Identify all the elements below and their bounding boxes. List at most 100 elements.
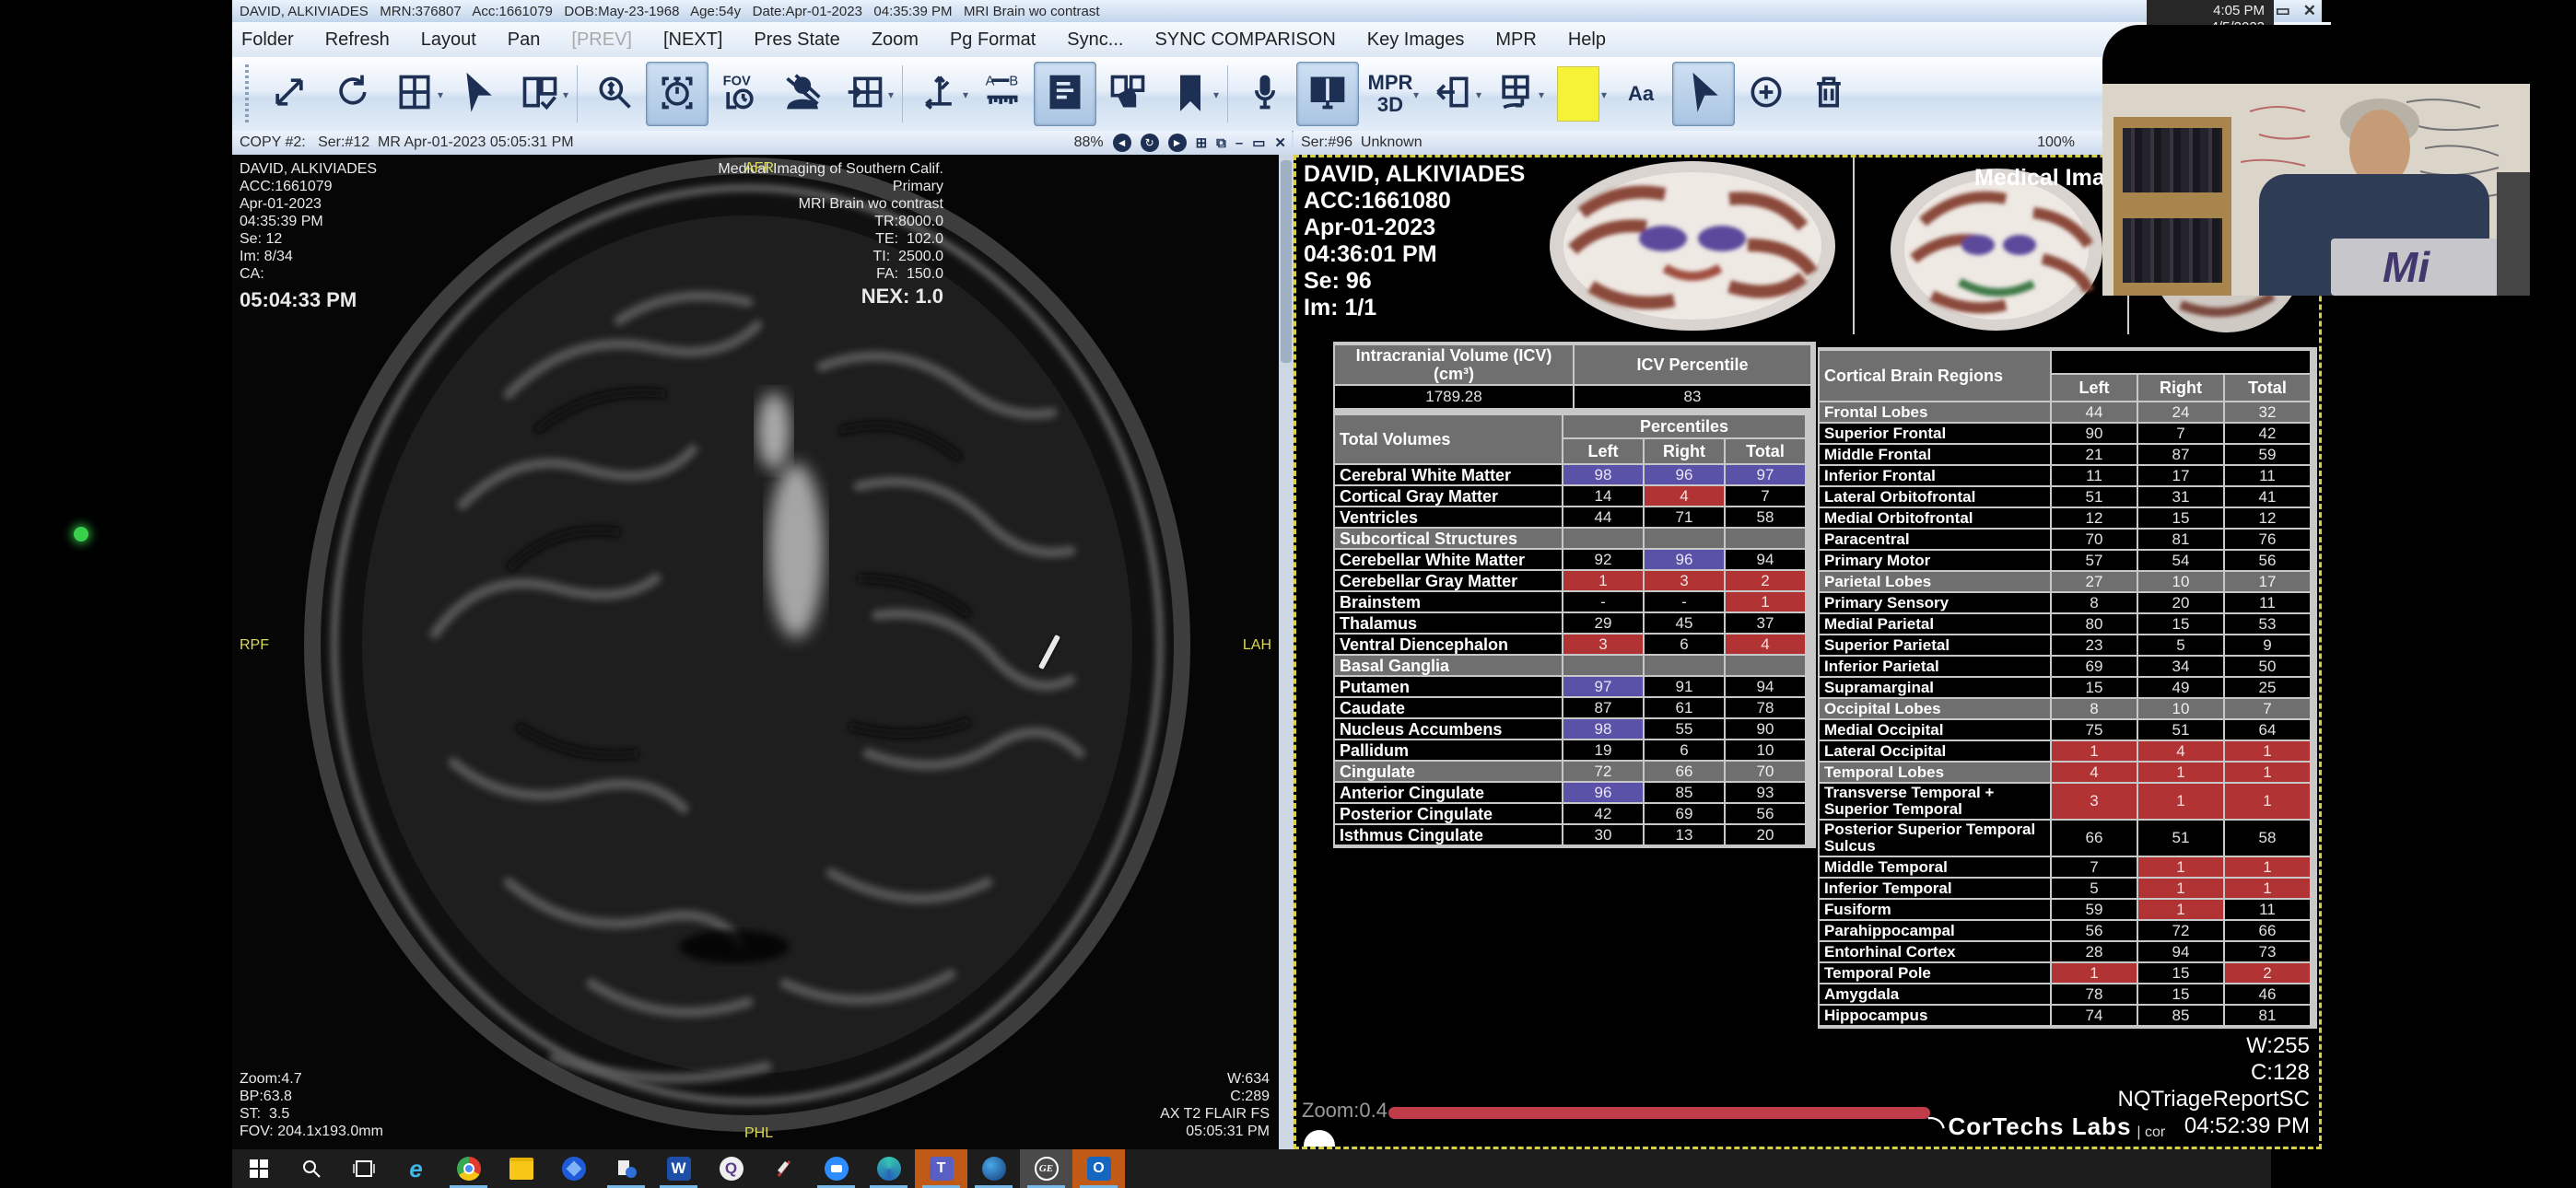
cortical-row: Supramarginal154925 xyxy=(1820,678,2315,697)
total-volumes-row: Brainstem--1 xyxy=(1335,592,1814,611)
mpr-3d-label: MPR 3D xyxy=(1368,72,1413,116)
viewer-scrollbar[interactable] xyxy=(1279,155,1294,1149)
taskbar-search-button[interactable] xyxy=(285,1149,337,1188)
layout-check-button[interactable]: ▾ xyxy=(509,62,571,126)
taskbar-snip-app-button[interactable] xyxy=(600,1149,652,1188)
menu-item-sync-comparison[interactable]: SYNC COMPARISON xyxy=(1154,29,1335,51)
mri-image-viewport[interactable]: DAVID, ALKIVIADESACC:1661079Apr-01-20230… xyxy=(232,155,1279,1149)
nq-slider-handle[interactable] xyxy=(1304,1130,1335,1149)
mpr-3d-button[interactable]: MPR 3D▾ xyxy=(1359,62,1422,126)
stack-icon[interactable]: ⧉ xyxy=(1216,135,1226,151)
taskbar-teams-button[interactable]: T xyxy=(915,1149,967,1188)
taskbar-start-button[interactable] xyxy=(232,1149,285,1188)
viewer-minimize-button[interactable]: – xyxy=(1235,135,1243,151)
viewer-close-button[interactable]: ✕ xyxy=(1274,134,1286,151)
menu-item-zoom[interactable]: Zoom xyxy=(872,29,919,51)
cine-button[interactable]: ↻ xyxy=(1141,134,1159,152)
patient-banner: DAVID, ALKIVIADES MRN:376807 Acc:1661079… xyxy=(232,4,1100,19)
dropdown-caret-icon[interactable]: ▾ xyxy=(563,88,568,101)
dropdown-caret-icon[interactable]: ▾ xyxy=(1413,88,1419,101)
dropdown-caret-icon[interactable]: ▾ xyxy=(438,88,443,101)
toolbar-drag-handle[interactable] xyxy=(245,64,249,123)
taskbar-word-button[interactable]: W xyxy=(652,1149,705,1188)
menu-item-layout[interactable]: Layout xyxy=(421,29,476,51)
dropdown-caret-icon[interactable]: ▾ xyxy=(888,88,894,101)
cortical-value-cell: 4 xyxy=(2052,763,2137,782)
cortical-value-cell: 69 xyxy=(2052,657,2137,676)
taskbar-quest-app-button[interactable]: Q xyxy=(705,1149,757,1188)
next-image-button[interactable]: ► xyxy=(1168,134,1187,152)
menu-item-help[interactable]: Help xyxy=(1568,29,1606,51)
prev-image-button[interactable]: ◄ xyxy=(1113,134,1131,152)
text-style-button[interactable]: Aa xyxy=(1610,62,1672,126)
mpr-monitor-button[interactable] xyxy=(1296,62,1359,126)
dropdown-caret-icon[interactable]: ▾ xyxy=(1476,88,1481,101)
restore-button[interactable]: ▭ xyxy=(2276,2,2290,20)
taskbar-zoom-app-button[interactable] xyxy=(810,1149,862,1188)
layout-grid-button[interactable]: ▾ xyxy=(383,62,446,126)
cortical-value-cell: 66 xyxy=(2225,921,2310,940)
taskbar-file-explorer-button[interactable] xyxy=(495,1149,547,1188)
cortical-value-cell: 78 xyxy=(2052,984,2137,1004)
menu-item-refresh[interactable]: Refresh xyxy=(325,29,390,51)
cursor-button[interactable] xyxy=(446,62,509,126)
crosshair-axis-button[interactable]: ▾ xyxy=(908,62,971,126)
nq-zoom-slider[interactable] xyxy=(1388,1107,1930,1119)
edge-icon xyxy=(876,1156,902,1182)
dropdown-caret-icon[interactable]: ▾ xyxy=(963,88,968,101)
menu-item-sync[interactable]: Sync... xyxy=(1067,29,1123,51)
sync-timer-button[interactable] xyxy=(646,62,708,126)
scrollbar-thumb[interactable] xyxy=(1281,160,1292,363)
dropdown-caret-icon[interactable]: ▾ xyxy=(1539,88,1544,101)
viewer-restore-button[interactable]: ▭ xyxy=(1252,134,1265,151)
trash-button[interactable] xyxy=(1797,62,1860,126)
taskbar-webex-button[interactable] xyxy=(967,1149,1020,1188)
bookmark-button[interactable]: ▾ xyxy=(1159,62,1222,126)
cortechs-logo-text: CorTechs Labs xyxy=(1949,1112,2132,1141)
menu-item-mpr[interactable]: MPR xyxy=(1495,29,1536,51)
overlay-line: Apr-01-2023 xyxy=(1304,215,1441,241)
taskbar-dictation-app-button[interactable] xyxy=(757,1149,810,1188)
taskbar-ge-app-button[interactable]: GE xyxy=(1020,1149,1072,1188)
anonymize-person-button[interactable] xyxy=(771,62,834,126)
menu-item-next[interactable]: [NEXT] xyxy=(663,29,722,51)
report-panel-button[interactable] xyxy=(1034,62,1096,126)
taskbar-internet-explorer-button[interactable]: e xyxy=(390,1149,442,1188)
color-swatch-button[interactable]: ▾ xyxy=(1547,62,1610,126)
zoom-magnifier-button[interactable] xyxy=(583,62,646,126)
thumbs-layout-button[interactable] xyxy=(1096,62,1159,126)
circle-plus-button[interactable] xyxy=(1735,62,1797,126)
menu-item-pres-state[interactable]: Pres State xyxy=(754,29,839,51)
pointer-arrow-button[interactable] xyxy=(1672,62,1735,126)
dropdown-caret-icon[interactable]: ▾ xyxy=(1601,88,1607,101)
taskbar-photos-app-button[interactable] xyxy=(547,1149,600,1188)
menu-item-prev[interactable]: [PREV] xyxy=(571,29,632,51)
tile-layout-icon[interactable]: ⊞ xyxy=(1196,134,1208,151)
taskbar-task-view-button[interactable] xyxy=(337,1149,390,1188)
cortical-row-label: Primary Motor xyxy=(1820,551,2050,570)
fov-clock-button[interactable]: FOV xyxy=(708,62,771,126)
menu-item-folder[interactable]: Folder xyxy=(241,29,294,51)
nq-report-viewport[interactable]: DAVID, ALKIVIADESACC:1661080Apr-01-20230… xyxy=(1294,155,2322,1149)
cortical-row-label: Medial Orbitofrontal xyxy=(1820,508,2050,528)
microphone-button[interactable] xyxy=(1234,62,1296,126)
taskbar-edge-button[interactable] xyxy=(862,1149,915,1188)
menu-item-pan[interactable]: Pan xyxy=(508,29,541,51)
taskbar-chrome-button[interactable] xyxy=(442,1149,495,1188)
ruler-button[interactable]: AB xyxy=(971,62,1034,126)
menu-item-key-images[interactable]: Key Images xyxy=(1367,29,1465,51)
nq-zoom-label: Zoom:0.4 xyxy=(1302,1099,1388,1123)
rotate-button[interactable] xyxy=(321,62,383,126)
books-row xyxy=(2123,128,2222,192)
close-button[interactable]: ✕ xyxy=(2303,2,2316,20)
dropdown-caret-icon[interactable]: ▾ xyxy=(1213,88,1219,101)
taskbar-outlook-button[interactable]: O xyxy=(1072,1149,1125,1188)
series-layout-button[interactable]: ▾ xyxy=(834,62,896,126)
webcam-video-overlay[interactable]: Mi xyxy=(2102,25,2530,296)
cortical-row: Primary Motor575456 xyxy=(1820,551,2315,570)
menu-item-pg-format[interactable]: Pg Format xyxy=(950,29,1036,51)
rotate-window-button[interactable]: ▾ xyxy=(1484,62,1547,126)
cortical-value-cell: 15 xyxy=(2138,984,2223,1004)
export-arrow-button[interactable]: ▾ xyxy=(1422,62,1484,126)
pan-resize-button[interactable] xyxy=(258,62,321,126)
